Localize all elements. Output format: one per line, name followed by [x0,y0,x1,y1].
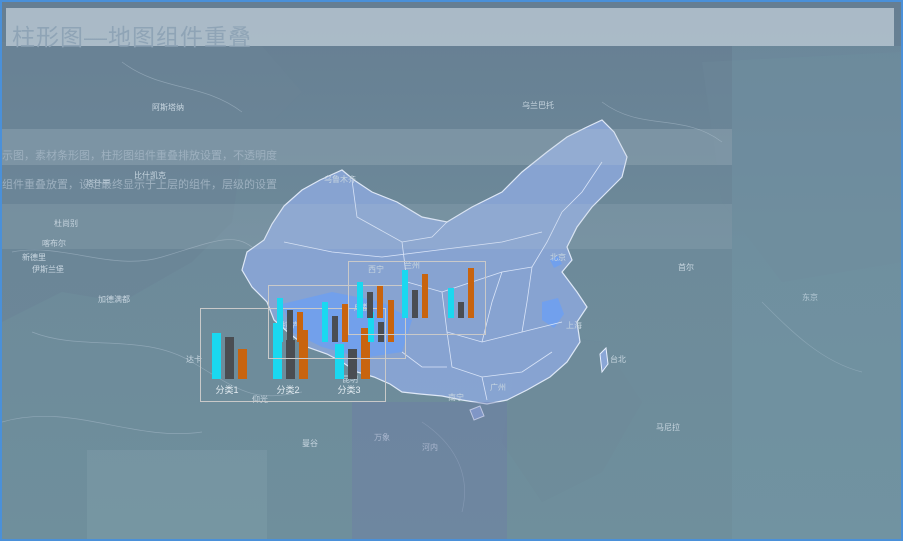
map-place-label: 广州 [490,383,506,392]
overlay-panel-right [732,46,901,539]
chart-bar[interactable] [277,298,283,342]
chart-bar[interactable] [297,312,303,342]
chart-bar[interactable] [448,288,454,318]
map-place-label: 伊斯兰堡 [32,265,64,274]
map-place-label: 乌鲁木齐 [324,175,356,184]
chart-bar[interactable] [422,274,428,318]
canvas-frame: 乌鲁木齐拉萨北京上海广州成都西宁兰州昆明南宁台北首尔东京新德里加德满都达卡曼谷河… [0,0,903,541]
map-place-label: 曼谷 [302,439,318,448]
chart-bar[interactable] [377,286,383,318]
chart-bar[interactable] [212,333,221,379]
description-line-2: 组件重叠放置，设定最终显示于上层的组件，层级的设置 [2,179,277,191]
chart-bar[interactable] [468,268,474,318]
chart-bar[interactable] [238,349,247,379]
chart-bar[interactable] [412,290,418,318]
map-place-label: 加德满都 [98,295,130,304]
description-line-1: 示图，素材条形图，柱形图组件重叠排放设置，不透明度 [2,150,277,162]
overlay-panel-bottom [352,402,507,539]
overlay-panel-bottom-left [87,450,267,539]
chart-category-label: 分类3 [337,385,361,395]
chart-bar[interactable] [458,302,464,318]
map-place-label: 北京 [550,253,566,262]
chart-category-label: 分类2 [276,385,300,395]
map-place-label: 马尼拉 [656,423,680,432]
map-place-label: 乌兰巴托 [522,101,554,110]
map-place-label: 上海 [566,321,582,330]
chart-bar[interactable] [322,302,328,342]
chart-category-label: 分类1 [215,385,239,395]
chart-bar[interactable] [287,310,293,342]
chart-bar[interactable] [332,316,338,342]
chart-bar[interactable] [402,270,408,318]
page-title: 柱形图—地图组件重叠 [12,24,252,50]
map-place-label: 台北 [610,355,626,364]
chart-bar[interactable] [357,282,363,318]
bar-chart-top[interactable] [348,261,486,335]
chart-bar[interactable] [225,337,234,379]
map-place-label: 阿斯塔纳 [152,103,184,112]
map-place-label: 新德里 [22,253,46,262]
description-band-lower [2,204,732,249]
chart-bar[interactable] [367,292,373,318]
map-place-label: 首尔 [678,263,694,272]
